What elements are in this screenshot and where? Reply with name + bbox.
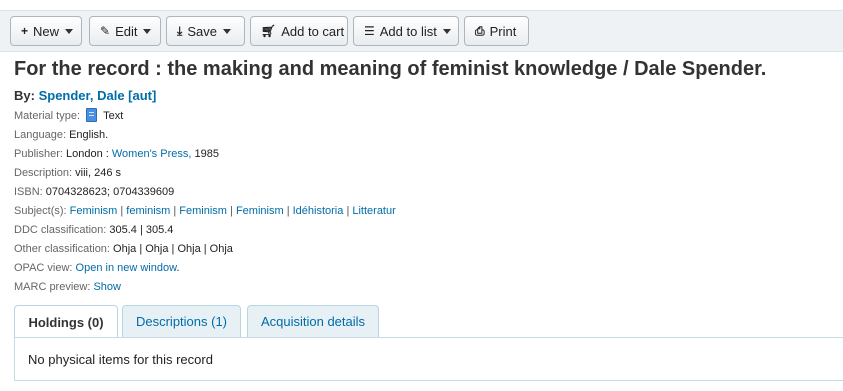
other-classification-value: Ohja | Ohja | Ohja | Ohja — [113, 243, 233, 255]
opac-view-label: OPAC view: — [14, 262, 73, 274]
subject-separator: | — [230, 205, 233, 217]
subject-link[interactable]: Feminism — [70, 205, 118, 217]
publisher-link[interactable]: Women's Press, — [112, 148, 192, 160]
new-button[interactable]: + New — [10, 16, 82, 46]
isbn-value: 0704328623; 0704339609 — [45, 186, 175, 198]
subject-separator: | — [120, 205, 124, 217]
add-to-list-button[interactable]: ☰ Add to list — [353, 16, 459, 46]
caret-down-icon — [442, 28, 451, 34]
list-icon: ☰ — [364, 24, 375, 38]
tab-holdings[interactable]: Holdings (0) — [14, 305, 118, 338]
download-icon: ⤓ — [177, 23, 183, 38]
no-items-message: No physical items for this record — [28, 352, 213, 367]
subject-link[interactable]: Feminism — [236, 205, 284, 217]
add-to-cart-button[interactable]: 🛒︎ Add to cart — [250, 16, 348, 46]
description-value: viii, 246 s — [75, 167, 121, 179]
edit-button[interactable]: ✎ Edit — [89, 16, 161, 46]
language-value: English. — [69, 129, 109, 141]
book-icon — [86, 108, 98, 122]
description-label: Description: — [14, 167, 73, 179]
caret-down-icon — [222, 28, 231, 34]
caret-down-icon — [143, 28, 152, 34]
marc-preview-row: MARC preview: Show — [14, 281, 121, 293]
subject-link[interactable]: Feminism — [179, 205, 227, 217]
record-title: For the record : the making and meaning … — [14, 58, 767, 80]
material-type-value: Text — [103, 110, 124, 122]
record-toolbar: + New ✎ Edit ⤓ Save 🛒︎ Add to cart ☰ Add… — [0, 10, 843, 52]
marc-preview-link[interactable]: Show — [93, 281, 121, 293]
subject-link[interactable]: feminism — [126, 205, 170, 217]
marc-preview-label: MARC preview: — [14, 281, 91, 293]
save-button[interactable]: ⤓ Save — [166, 16, 245, 46]
language-label: Language: — [14, 129, 66, 141]
ddc-value: 305.4 | 305.4 — [109, 224, 174, 236]
subject-link[interactable]: Idéhistoria — [293, 205, 344, 217]
publisher-place: London : — [65, 148, 109, 160]
material-type-row: Material type: Text — [14, 108, 123, 122]
by-label: By: — [14, 88, 35, 103]
caret-down-icon — [65, 28, 74, 34]
opac-view-row: OPAC view: Open in new window. — [14, 262, 180, 274]
plus-icon: + — [21, 24, 29, 38]
holdings-panel: No physical items for this record — [14, 337, 843, 381]
subjects-row: Subject(s): Feminism | feminism | Femini… — [14, 205, 396, 217]
subject-separator: | — [346, 205, 350, 217]
isbn-label: ISBN: — [14, 186, 43, 198]
subject-separator: | — [286, 205, 290, 217]
subjects-label: Subject(s): — [14, 205, 67, 217]
author-line: By: Spender, Dale [aut] — [14, 88, 156, 103]
publisher-year: 1985 — [194, 148, 219, 160]
author-link[interactable]: Spender, Dale [aut] — [39, 88, 157, 103]
ddc-row: DDC classification: 305.4 | 305.4 — [14, 224, 173, 236]
subject-separator: | — [173, 205, 177, 217]
material-type-label: Material type: — [14, 110, 81, 122]
other-classification-label: Other classification: — [14, 243, 110, 255]
other-classification-row: Other classification: Ohja | Ohja | Ohja… — [14, 243, 233, 255]
subject-link[interactable]: Litteratur — [352, 205, 395, 217]
pencil-icon: ✎ — [100, 24, 111, 38]
opac-view-link[interactable]: Open in new window — [76, 262, 177, 274]
ddc-label: DDC classification: — [14, 224, 107, 236]
print-icon: ⎙ — [475, 23, 485, 38]
publisher-label: Publisher: — [14, 148, 63, 160]
publisher-row: Publisher: London : Women's Press, 1985 — [14, 148, 219, 160]
isbn-row: ISBN: 0704328623; 0704339609 — [14, 186, 174, 198]
tab-descriptions[interactable]: Descriptions (1) — [122, 305, 241, 337]
tab-acquisition-details[interactable]: Acquisition details — [247, 305, 379, 337]
print-button[interactable]: ⎙ Print — [464, 16, 529, 46]
language-row: Language: English. — [14, 129, 108, 141]
description-row: Description: viii, 246 s — [14, 167, 121, 179]
cart-icon: 🛒︎ — [261, 24, 277, 38]
